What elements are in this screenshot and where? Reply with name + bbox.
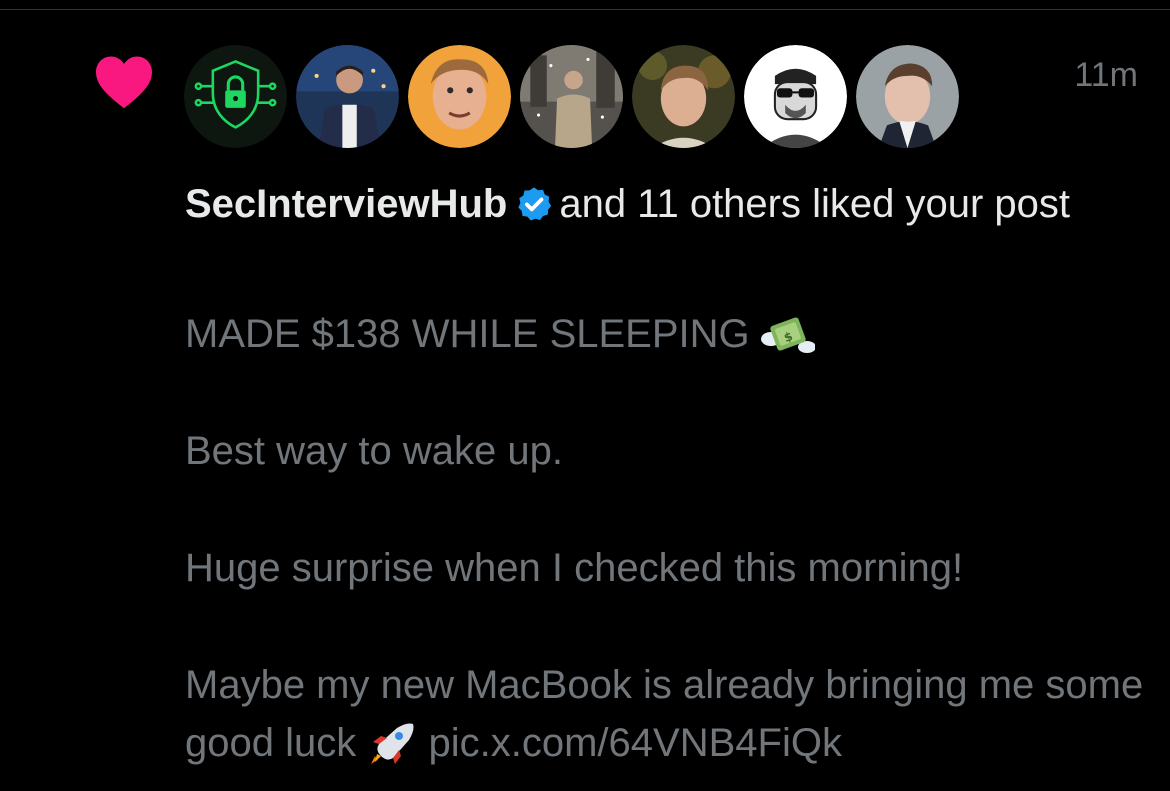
user-avatar-3[interactable] bbox=[408, 45, 511, 148]
post-line-2: Best way to wake up. bbox=[185, 429, 563, 473]
verified-badge-icon bbox=[518, 187, 552, 221]
liker-name[interactable]: SecInterviewHub bbox=[185, 182, 507, 226]
money-with-wings-icon: $ bbox=[760, 317, 815, 353]
notification-headline: SecInterviewHub and 11 others liked your… bbox=[185, 175, 1145, 233]
action-text: and 11 others liked your post bbox=[559, 182, 1071, 226]
liker-avatars bbox=[184, 45, 959, 150]
post-preview[interactable]: MADE $138 WHILE SLEEPING $ Best way to w… bbox=[185, 305, 1145, 772]
user-avatar-4[interactable] bbox=[520, 45, 623, 148]
post-line-1-text: MADE $138 WHILE SLEEPING bbox=[185, 312, 750, 356]
heart-icon bbox=[96, 56, 152, 109]
post-line-3: Huge surprise when I checked this mornin… bbox=[185, 546, 964, 590]
shield-lock-avatar[interactable] bbox=[184, 45, 287, 148]
cartoon-sunglasses-avatar[interactable] bbox=[744, 45, 847, 148]
rocket-icon bbox=[371, 723, 414, 764]
user-avatar-5[interactable] bbox=[632, 45, 735, 148]
pic-link[interactable]: pic.x.com/64VNB4FiQk bbox=[428, 721, 841, 765]
post-line-4: Maybe my new MacBook is already bringing… bbox=[185, 656, 1145, 772]
post-line-1: MADE $138 WHILE SLEEPING $ bbox=[185, 305, 1145, 363]
user-avatar-7[interactable] bbox=[856, 45, 959, 148]
user-avatar-2[interactable] bbox=[296, 45, 399, 148]
timestamp: 11m bbox=[1074, 56, 1138, 94]
top-divider bbox=[0, 0, 1170, 10]
